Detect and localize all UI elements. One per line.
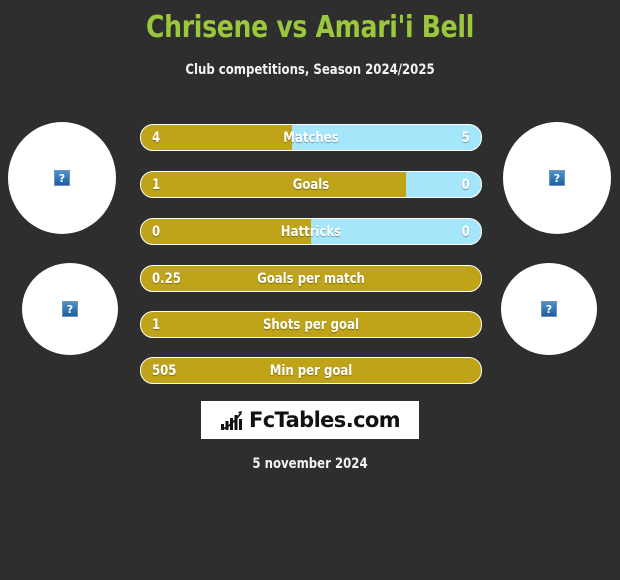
logo-text: FcTables.com — [248, 408, 401, 432]
date-label: 5 november 2024 — [252, 456, 368, 472]
broken-image-icon — [54, 170, 70, 186]
stat-comparison-infographic: Chrisene vs Amari'i Bell Club competitio… — [0, 0, 620, 580]
stat-row-shots-per-goal[interactable]: 1 Shots per goal — [140, 311, 482, 338]
bar-chart-growth-icon — [220, 410, 242, 430]
page-subtitle: Club competitions, Season 2024/2025 — [185, 62, 435, 78]
stat-row-goals-per-match[interactable]: 0.25 Goals per match — [140, 265, 482, 292]
broken-image-icon — [541, 301, 557, 317]
away-value: 0 — [461, 176, 470, 193]
home-player-secondary-avatar — [22, 263, 118, 355]
away-value: 0 — [461, 223, 470, 240]
away-player-primary-avatar — [503, 122, 611, 234]
stat-row-matches[interactable]: 4 Matches 5 — [140, 124, 482, 151]
stat-row-min-per-goal[interactable]: 505 Min per goal — [140, 357, 482, 384]
stat-row-hattricks[interactable]: 0 Hattricks 0 — [140, 218, 482, 245]
broken-image-icon — [62, 301, 78, 317]
stat-label: Matches — [283, 129, 339, 146]
stat-label: Goals — [292, 176, 330, 193]
stat-label: Hattricks — [280, 223, 342, 240]
stat-label: Shots per goal — [262, 316, 360, 333]
page-title: Chrisene vs Amari'i Bell — [145, 10, 475, 45]
stat-label: Min per goal — [269, 362, 353, 379]
stat-row-goals[interactable]: 1 Goals 0 — [140, 171, 482, 198]
home-player-primary-avatar — [8, 122, 116, 234]
broken-image-icon — [549, 170, 565, 186]
stat-label: Goals per match — [257, 270, 365, 287]
away-value: 5 — [461, 129, 470, 146]
fctables-logo[interactable]: FcTables.com — [201, 401, 419, 439]
away-player-secondary-avatar — [501, 263, 597, 355]
